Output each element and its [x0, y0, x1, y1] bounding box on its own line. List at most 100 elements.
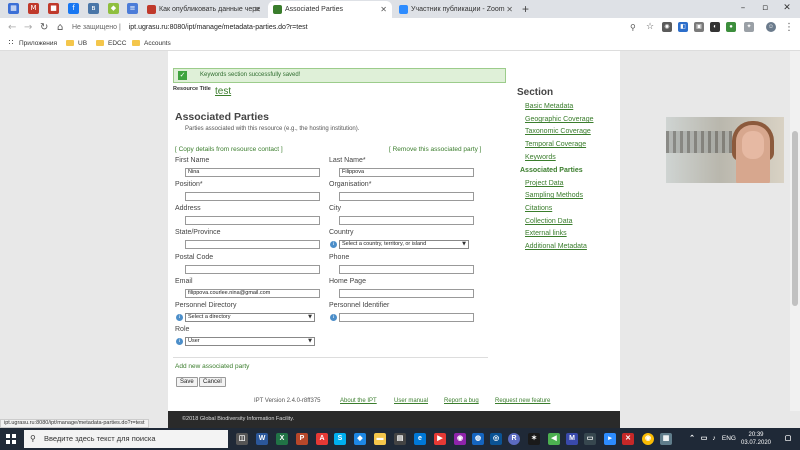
role-select[interactable]: User ▼	[185, 337, 315, 346]
section-sampling-methods[interactable]: Sampling Methods	[525, 192, 583, 199]
postal-code-input[interactable]	[185, 265, 320, 274]
info-icon[interactable]: i	[330, 241, 337, 248]
cancel-button[interactable]: Cancel	[199, 377, 226, 387]
section-citations[interactable]: Citations	[525, 205, 552, 212]
city-input[interactable]	[339, 216, 474, 225]
window-close-icon[interactable]: ✕	[776, 0, 798, 17]
bookmark-folder-edcc[interactable]: EDCC	[96, 37, 126, 50]
volume-icon[interactable]: ♪	[708, 433, 720, 445]
app-icon[interactable]: ▦	[660, 433, 672, 445]
maximize-icon[interactable]: ▫	[754, 0, 776, 17]
extensions-puzzle-icon[interactable]: ✦	[744, 22, 754, 32]
taskbar-search-input[interactable]: ⚲ Введите здесь текст для поиска	[24, 430, 228, 448]
grid-app-icon[interactable]: ▦	[8, 3, 19, 14]
close-icon[interactable]: ✕	[380, 1, 387, 18]
request-feature-link[interactable]: Request new feature	[495, 398, 550, 404]
app-icon[interactable]: ▶	[434, 433, 446, 445]
home-icon[interactable]: ⌂	[57, 20, 63, 35]
tray-up-icon[interactable]: ⌃	[686, 433, 698, 445]
reload-icon[interactable]: ↻	[40, 20, 48, 35]
app-icon[interactable]: ◉	[454, 433, 466, 445]
app-icon[interactable]: ◍	[472, 433, 484, 445]
app-icon[interactable]: M	[566, 433, 578, 445]
edge-icon[interactable]: e	[414, 433, 426, 445]
last-name-input[interactable]: Filippova	[339, 168, 474, 177]
windows-start-icon[interactable]	[6, 434, 16, 444]
skype-icon[interactable]: S	[334, 433, 346, 445]
bookmark-folder-ub[interactable]: UB	[66, 37, 87, 50]
notifications-icon[interactable]: ▢	[782, 433, 794, 445]
country-select[interactable]: Select a country, territory, or island ▼	[339, 240, 469, 249]
extension-icon[interactable]: ◉	[662, 22, 672, 32]
word-icon[interactable]: W	[256, 433, 268, 445]
close-icon[interactable]: ✕	[506, 1, 513, 18]
new-tab-button[interactable]: +	[522, 1, 529, 17]
app-icon[interactable]: ◀	[548, 433, 560, 445]
close-icon[interactable]: ✕	[254, 1, 261, 18]
back-icon[interactable]: ←	[8, 20, 16, 35]
section-taxonomic-coverage[interactable]: Taxonomic Coverage	[525, 128, 591, 135]
copy-details-link[interactable]: [ Copy details from resource contact ]	[175, 146, 283, 153]
app-icon[interactable]: ◆	[108, 3, 119, 14]
save-button[interactable]: Save	[176, 377, 198, 387]
tab-howto[interactable]: Как опубликовать данные чере ✕	[142, 1, 266, 18]
zoom-icon[interactable]: ▸	[604, 433, 616, 445]
excel-icon[interactable]: X	[276, 433, 288, 445]
section-keywords[interactable]: Keywords	[525, 154, 556, 161]
home-page-input[interactable]	[339, 289, 474, 298]
bookmark-app-icon[interactable]: ■	[48, 3, 59, 14]
minimize-icon[interactable]: –	[732, 0, 754, 17]
scrollbar[interactable]	[790, 51, 800, 411]
info-icon[interactable]: i	[176, 314, 183, 321]
resource-title-link[interactable]: test	[215, 86, 231, 97]
section-external-links[interactable]: External links	[525, 230, 567, 237]
extension-icon[interactable]: ▣	[694, 22, 704, 32]
position-input[interactable]	[185, 192, 320, 201]
app-icon[interactable]: ◎	[490, 433, 502, 445]
organisation-input[interactable]	[339, 192, 474, 201]
powerpoint-icon[interactable]: P	[296, 433, 308, 445]
facebook-icon[interactable]: f	[68, 3, 79, 14]
phone-input[interactable]	[339, 265, 474, 274]
extension-icon[interactable]: ◧	[678, 22, 688, 32]
forward-icon[interactable]: →	[24, 20, 32, 35]
app-icon[interactable]: ✶	[528, 433, 540, 445]
state-input[interactable]	[185, 240, 320, 249]
menu-dots-icon[interactable]: ⋮	[784, 20, 794, 35]
info-icon[interactable]: i	[176, 338, 183, 345]
section-basic-metadata[interactable]: Basic Metadata	[525, 103, 573, 110]
section-collection-data[interactable]: Collection Data	[525, 218, 572, 225]
extension-icon[interactable]: ◐	[710, 22, 720, 32]
app-icon[interactable]: ▤	[394, 433, 406, 445]
language-indicator[interactable]: ENG	[722, 428, 736, 450]
url-input[interactable]: Не защищено | ipt.ugrasu.ru:8080/ipt/man…	[72, 20, 642, 35]
personnel-identifier-input[interactable]	[339, 313, 474, 322]
extension-icon[interactable]: ●	[726, 22, 736, 32]
file-explorer-icon[interactable]: ▬	[374, 433, 386, 445]
section-project-data[interactable]: Project Data	[525, 180, 564, 187]
tab-zoom[interactable]: Участник публикации - Zoom ✕	[394, 1, 518, 18]
section-additional-metadata[interactable]: Additional Metadata	[525, 243, 587, 250]
personnel-directory-select[interactable]: Select a directory ▼	[185, 313, 315, 322]
section-geographic-coverage[interactable]: Geographic Coverage	[525, 116, 594, 123]
app-icon[interactable]: ◆	[354, 433, 366, 445]
remove-party-link[interactable]: [ Remove this associated party ]	[389, 146, 482, 153]
app-icon[interactable]: ▭	[584, 433, 596, 445]
bookmark-apps[interactable]: Приложения	[8, 37, 57, 50]
bookmark-folder-accounts[interactable]: Accounts	[132, 37, 171, 50]
search-icon[interactable]: ⚲	[630, 20, 636, 35]
pdf-icon[interactable]: A	[316, 433, 328, 445]
first-name-input[interactable]: Nina	[185, 168, 320, 177]
chrome-icon[interactable]: ◉	[642, 433, 654, 445]
email-input[interactable]: filippova.courlee.nina@gmail.com	[185, 289, 320, 298]
app-icon[interactable]: R	[508, 433, 520, 445]
section-temporal-coverage[interactable]: Temporal Coverage	[525, 141, 586, 148]
section-associated-parties[interactable]: Associated Parties	[520, 167, 583, 174]
user-manual-link[interactable]: User manual	[394, 398, 428, 404]
report-bug-link[interactable]: Report a bug	[444, 398, 479, 404]
add-new-party-link[interactable]: Add new associated party	[175, 363, 249, 370]
info-icon[interactable]: i	[330, 314, 337, 321]
scrollbar-thumb[interactable]	[792, 131, 798, 306]
avatar[interactable]: ☺	[766, 22, 776, 32]
about-ipt-link[interactable]: About the IPT	[340, 398, 377, 404]
